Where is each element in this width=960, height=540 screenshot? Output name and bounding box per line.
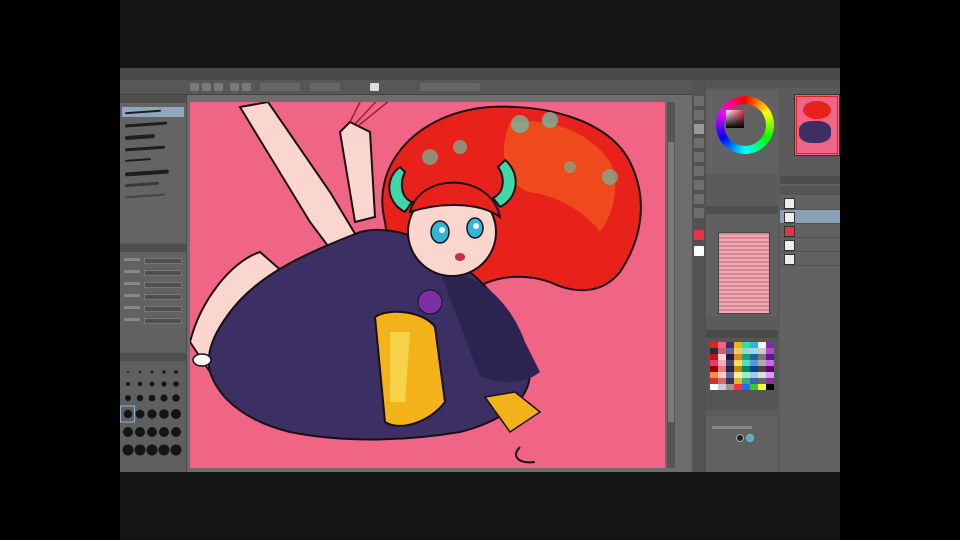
- window-controls: [812, 71, 836, 86]
- color-slider-panel: [706, 416, 778, 472]
- color-wheel[interactable]: [716, 96, 774, 154]
- sub-color-swatch[interactable]: [694, 246, 704, 256]
- layer-thumbnail: [784, 226, 795, 237]
- brush-item[interactable]: [122, 191, 184, 201]
- layer-thumbnail: [784, 198, 795, 209]
- brush-panel-title: [120, 95, 186, 103]
- brush-size-title: [120, 353, 186, 361]
- drawing-canvas[interactable]: [190, 102, 665, 468]
- artwork-illustration: [190, 102, 642, 464]
- sub-view-panel: [706, 206, 778, 316]
- layer-row[interactable]: [780, 196, 840, 210]
- brush-item[interactable]: [122, 143, 184, 153]
- color-set-grid[interactable]: [710, 342, 774, 406]
- color-set-title: [706, 330, 778, 338]
- layer-thumbnail: [784, 240, 795, 251]
- layer-row[interactable]: [780, 238, 840, 252]
- toolbar-group-3[interactable]: [420, 83, 480, 91]
- snap-icon[interactable]: [370, 83, 379, 91]
- tool-property-title: [120, 244, 186, 252]
- layer-row[interactable]: [780, 224, 840, 238]
- letterbox-right: [840, 0, 960, 540]
- right-dock: [706, 80, 840, 472]
- scroll-thumb[interactable]: [668, 142, 674, 422]
- letterbox-bottom: [120, 472, 840, 540]
- redo-icon[interactable]: [242, 83, 251, 91]
- color-stretch-setting[interactable]: [124, 318, 182, 324]
- zoom-icon[interactable]: [694, 194, 704, 204]
- brush-size-slider[interactable]: [124, 258, 182, 264]
- brush-item[interactable]: [122, 167, 184, 177]
- canvas-workspace[interactable]: [187, 95, 692, 472]
- brush-item[interactable]: [122, 119, 184, 129]
- brush-size-grid[interactable]: [120, 362, 186, 472]
- hand-icon[interactable]: [694, 208, 704, 218]
- color-wheel-panel: [706, 90, 778, 174]
- eyedropper-icon[interactable]: [694, 152, 704, 162]
- new-file-icon[interactable]: [190, 83, 199, 91]
- undo-icon[interactable]: [230, 83, 239, 91]
- text-icon[interactable]: [694, 180, 704, 190]
- layer-thumbnail: [784, 212, 795, 223]
- anti-alias-setting[interactable]: [124, 282, 182, 288]
- tool-property-panel: [120, 244, 187, 352]
- layer-panel: [780, 176, 840, 472]
- layer-row[interactable]: [780, 252, 840, 266]
- brush-item[interactable]: [122, 179, 184, 189]
- sub-view-image[interactable]: [718, 232, 770, 314]
- pen-icon[interactable]: [694, 96, 704, 106]
- letterbox-left: [0, 0, 120, 540]
- letterbox-top: [120, 0, 840, 68]
- stabilization-slider[interactable]: [124, 294, 182, 300]
- eraser-icon[interactable]: [694, 110, 704, 120]
- toolbar-group-2[interactable]: [310, 83, 340, 91]
- save-icon[interactable]: [214, 83, 223, 91]
- canvas-vertical-scrollbar[interactable]: [667, 102, 675, 468]
- main-color-swatch[interactable]: [694, 230, 704, 240]
- sub-view-title: [706, 206, 778, 214]
- opacity-slider[interactable]: [124, 270, 182, 276]
- selection-icon[interactable]: [694, 124, 704, 134]
- navigator-thumbnail[interactable]: [794, 94, 840, 156]
- open-file-icon[interactable]: [202, 83, 211, 91]
- fill-icon[interactable]: [694, 138, 704, 148]
- color-panel-title: [706, 80, 840, 88]
- saturation-value-picker[interactable]: [726, 110, 744, 128]
- layer-toolbar[interactable]: [780, 186, 840, 195]
- brush-subtool-panel: [120, 95, 187, 243]
- layer-thumbnail: [784, 254, 795, 265]
- blending-setting[interactable]: [124, 306, 182, 312]
- layer-row[interactable]: [780, 210, 840, 224]
- layer-panel-title: [780, 176, 840, 184]
- move-icon[interactable]: [694, 166, 704, 176]
- brush-size-panel: [120, 353, 187, 472]
- brush-item[interactable]: [122, 155, 184, 165]
- tool-strip: [692, 80, 706, 472]
- brush-item[interactable]: [122, 131, 184, 141]
- paint-app-window: [120, 68, 840, 472]
- brush-item[interactable]: [122, 107, 184, 117]
- color-set-panel: [706, 330, 778, 410]
- video-frame: [0, 0, 960, 540]
- toolbar-group[interactable]: [260, 83, 300, 91]
